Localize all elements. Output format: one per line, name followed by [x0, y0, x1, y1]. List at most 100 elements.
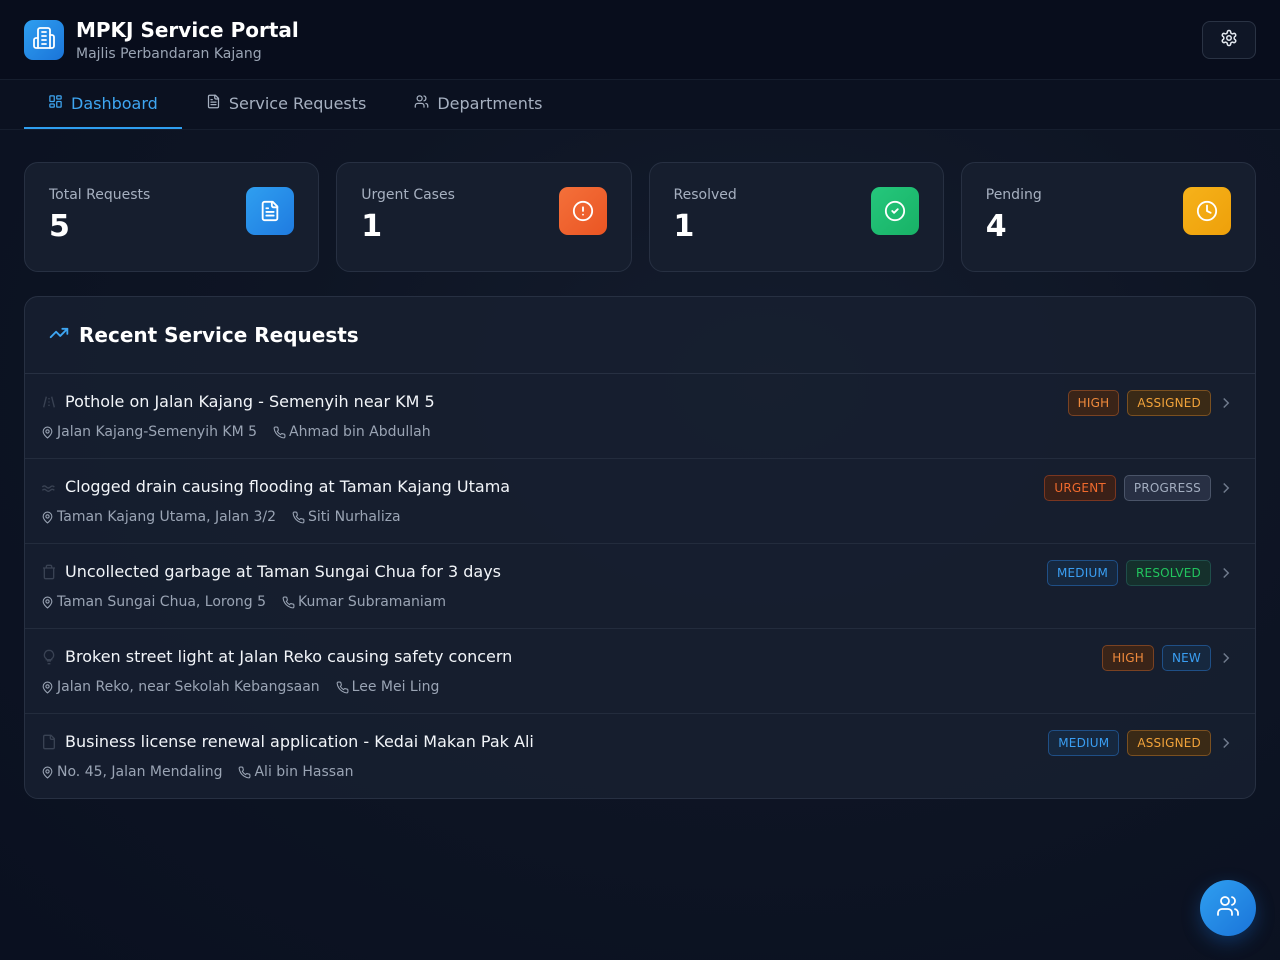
request-contact: Ahmad bin Abdullah	[273, 424, 431, 440]
app-title: MPKJ Service Portal	[76, 17, 299, 42]
request-meta: No. 45, Jalan Mendaling Ali bin Hassan	[41, 764, 370, 780]
check-circle-icon	[870, 187, 919, 235]
request-title: Pothole on Jalan Kajang - Semenyih near …	[65, 392, 435, 411]
grid-icon	[48, 94, 63, 113]
phone-icon	[273, 426, 286, 438]
location-text: Taman Sungai Chua, Lorong 5	[57, 594, 267, 610]
status-badge: ASSIGNED	[1127, 390, 1211, 416]
tab-dashboard[interactable]: Dashboard	[24, 80, 182, 129]
users-icon	[414, 94, 429, 113]
priority-badge: HIGH	[1102, 645, 1154, 671]
request-badges: URGENT PROGRESS	[1044, 475, 1211, 501]
phone-icon	[292, 511, 305, 523]
tab-service-requests[interactable]: Service Requests	[182, 80, 391, 129]
status-badge: ASSIGNED	[1127, 730, 1211, 756]
contacts-fab[interactable]	[1200, 880, 1256, 936]
panel-header: Recent Service Requests	[25, 297, 1255, 374]
app-subtitle: Majlis Perbandaran Kajang	[76, 45, 262, 62]
phone-icon	[336, 681, 349, 693]
map-pin-icon	[42, 766, 53, 779]
map-pin-icon	[42, 596, 53, 609]
request-location: Jalan Kajang-Semenyih KM 5	[41, 424, 257, 440]
tab-label: Dashboard	[71, 94, 158, 113]
request-meta: Jalan Kajang-Semenyih KM 5 Ahmad bin Abd…	[41, 424, 447, 440]
stat-card-resolved: Resolved 1	[648, 162, 944, 272]
lightbulb-icon	[43, 649, 55, 665]
app-header: MPKJ Service Portal Majlis Perbandaran K…	[0, 0, 1280, 80]
users-icon	[1216, 894, 1240, 922]
request-row[interactable]: Business license renewal application - K…	[25, 714, 1255, 798]
map-pin-icon	[42, 511, 53, 524]
priority-badge: HIGH	[1067, 390, 1120, 416]
priority-badge: URGENT	[1044, 475, 1116, 501]
request-location: Taman Sungai Chua, Lorong 5	[41, 594, 266, 610]
location-text: No. 45, Jalan Mendaling	[57, 764, 223, 780]
status-badge: PROGRESS	[1123, 475, 1211, 501]
trending-up-icon	[49, 323, 69, 347]
phone-icon	[282, 596, 295, 608]
chevron-right-icon	[1223, 652, 1230, 664]
location-text: Taman Kajang Utama, Jalan 3/2	[57, 509, 277, 525]
request-meta: Taman Sungai Chua, Lorong 5 Kumar Subram…	[41, 594, 462, 610]
stat-card-pending: Pending 4	[960, 162, 1256, 272]
stats-row: Total Requests 5 Urgent Cases 1 Resolved…	[0, 130, 1280, 272]
request-badges: MEDIUM ASSIGNED	[1048, 730, 1211, 756]
document-icon	[246, 187, 295, 235]
request-badges: HIGH NEW	[1102, 645, 1211, 671]
request-location: Taman Kajang Utama, Jalan 3/2	[41, 509, 276, 525]
request-row[interactable]: Broken street light at Jalan Reko causin…	[25, 629, 1255, 714]
request-location: No. 45, Jalan Mendaling	[41, 764, 222, 780]
main-tabs: Dashboard Service Requests Departments	[0, 80, 1280, 130]
contact-text: Lee Mei Ling	[351, 679, 440, 695]
request-contact: Siti Nurhaliza	[292, 509, 401, 525]
panel-title: Recent Service Requests	[79, 323, 359, 347]
request-location: Jalan Reko, near Sekolah Kebangsaan	[41, 679, 320, 695]
chevron-right-icon	[1223, 482, 1230, 494]
request-meta: Jalan Reko, near Sekolah Kebangsaan Lee …	[41, 679, 455, 695]
trash-icon	[43, 564, 55, 580]
water-icon	[41, 485, 55, 492]
contact-text: Ahmad bin Abdullah	[289, 424, 431, 440]
request-row[interactable]: Clogged drain causing flooding at Taman …	[25, 459, 1255, 544]
document-icon	[43, 734, 55, 750]
road-icon	[43, 396, 55, 408]
request-title: Broken street light at Jalan Reko causin…	[65, 647, 513, 666]
request-title: Business license renewal application - K…	[65, 732, 534, 751]
tab-departments[interactable]: Departments	[390, 80, 566, 129]
contact-text: Ali bin Hassan	[254, 764, 354, 780]
status-badge: RESOLVED	[1126, 560, 1211, 586]
document-icon	[206, 94, 221, 113]
request-title: Clogged drain causing flooding at Taman …	[65, 477, 511, 496]
request-badges: HIGH ASSIGNED	[1067, 390, 1211, 416]
request-row[interactable]: Pothole on Jalan Kajang - Semenyih near …	[25, 374, 1255, 459]
chevron-right-icon	[1223, 567, 1230, 579]
request-meta: Taman Kajang Utama, Jalan 3/2 Siti Nurha…	[41, 509, 417, 525]
brand: MPKJ Service Portal Majlis Perbandaran K…	[76, 18, 299, 62]
contact-text: Siti Nurhaliza	[308, 509, 401, 525]
priority-badge: MEDIUM	[1048, 730, 1120, 756]
chevron-right-icon	[1223, 737, 1230, 749]
tab-label: Departments	[437, 94, 543, 113]
alert-circle-icon	[558, 187, 607, 235]
stat-card-urgent: Urgent Cases 1	[336, 162, 632, 272]
recent-requests-panel: Recent Service Requests Pothole on Jalan…	[24, 296, 1256, 799]
status-badge: NEW	[1161, 645, 1211, 671]
phone-icon	[239, 766, 251, 778]
stat-card-total: Total Requests 5	[24, 162, 320, 272]
request-row[interactable]: Uncollected garbage at Taman Sungai Chua…	[25, 544, 1255, 629]
gear-icon	[1220, 29, 1238, 51]
request-contact: Kumar Subramaniam	[282, 594, 446, 610]
location-text: Jalan Kajang-Semenyih KM 5	[57, 424, 258, 440]
contact-text: Kumar Subramaniam	[298, 594, 447, 610]
request-contact: Lee Mei Ling	[336, 679, 440, 695]
location-text: Jalan Reko, near Sekolah Kebangsaan	[57, 679, 320, 695]
request-badges: MEDIUM RESOLVED	[1046, 560, 1211, 586]
building-icon	[32, 26, 56, 54]
tab-label: Service Requests	[228, 94, 367, 113]
map-pin-icon	[42, 681, 53, 694]
request-contact: Ali bin Hassan	[238, 764, 354, 780]
map-pin-icon	[42, 426, 53, 439]
clock-icon	[1183, 187, 1231, 235]
settings-button[interactable]	[1202, 20, 1256, 59]
priority-badge: MEDIUM	[1046, 560, 1119, 586]
